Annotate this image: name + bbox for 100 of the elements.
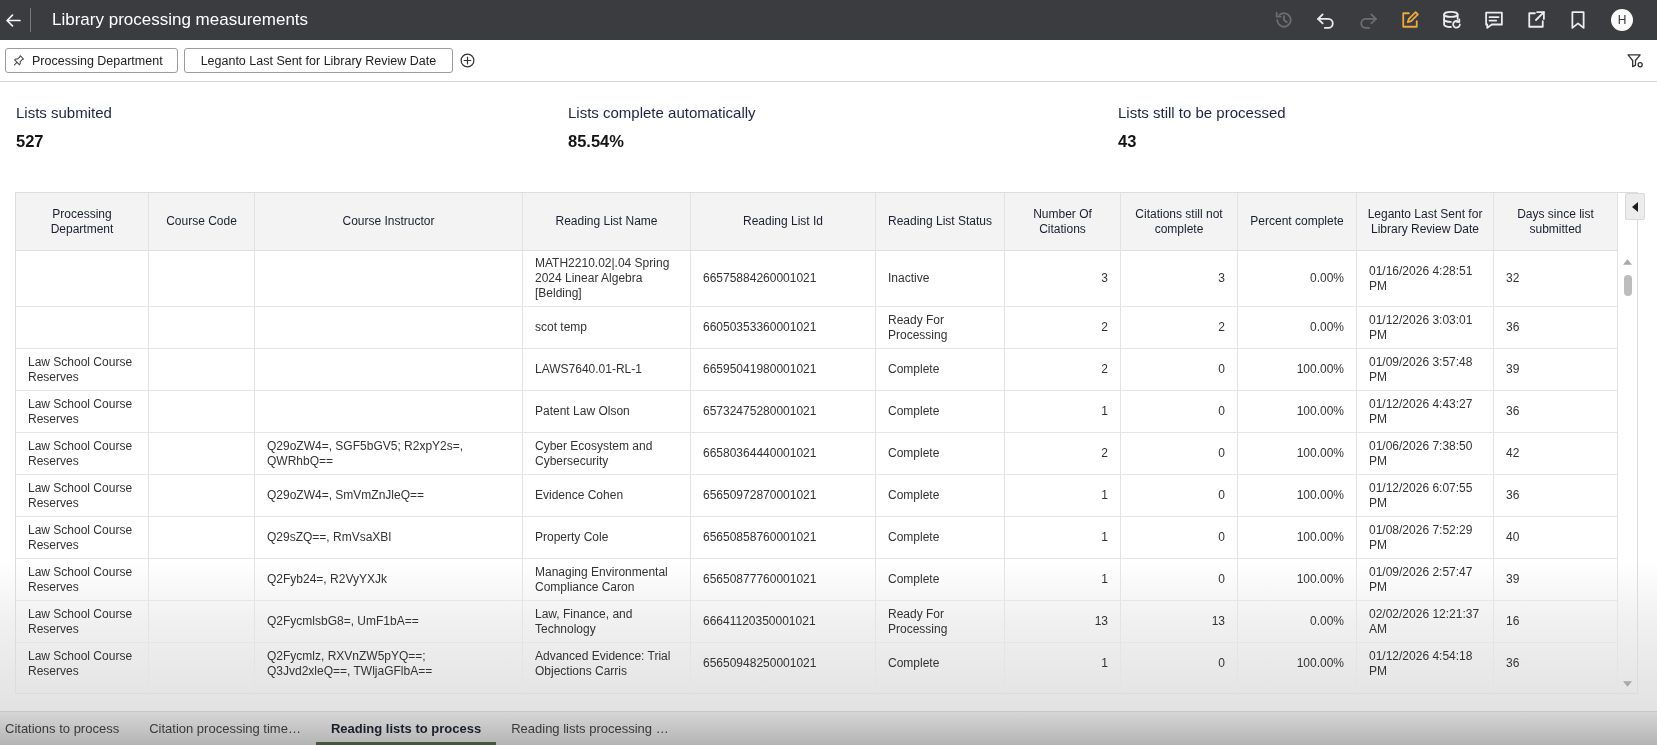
table-cell: Ready For Processing <box>876 307 1005 348</box>
table-cell: Patent Law Olson <box>523 391 691 432</box>
table-cell: Complete <box>876 475 1005 516</box>
table-cell: Law School Course Reserves <box>16 601 149 642</box>
triangle-left-icon <box>1632 201 1638 212</box>
column-header: Processing Department <box>16 193 149 250</box>
table-cell: 36 <box>1494 307 1618 348</box>
table-cell: Q2Fycmlz, RXVnZW5pYQ==; Q3Jvd2xleQ==, TWljaGFlbA== <box>255 643 523 684</box>
filter-pill[interactable]: Leganto Last Sent for Library Review Date <box>183 48 454 73</box>
collapse-button[interactable] <box>1625 193 1645 220</box>
table-cell: 65650948250001021 <box>691 643 876 684</box>
column-header: Citations still not complete <box>1121 193 1238 250</box>
table-cell: 66641120350001021 <box>691 601 876 642</box>
table-cell: 36 <box>1494 643 1618 684</box>
sheet-tab[interactable]: Reading lists to process <box>315 712 497 745</box>
table-cell: Evidence Cohen <box>523 475 691 516</box>
user-avatar[interactable]: H <box>1611 9 1633 31</box>
table-cell: 01/12/2026 4:43:27 PM <box>1357 391 1494 432</box>
table-cell: Inactive <box>876 251 1005 306</box>
table-cell: Law School Course Reserves <box>16 475 149 516</box>
table-cell: Law School Course Reserves <box>16 517 149 558</box>
kpi-value: 43 <box>1118 131 1137 152</box>
table-cell: 0 <box>1121 559 1238 600</box>
table-cell: 100.00% <box>1238 475 1357 516</box>
table-cell: 66050353360001021 <box>691 307 876 348</box>
table-cell: Property Cole <box>523 517 691 558</box>
sheet-tab[interactable]: Citations to process <box>0 712 135 745</box>
table-cell: 2 <box>1005 433 1121 474</box>
table-cell: Q29oZW4=, SmVmZnJleQ== <box>255 475 523 516</box>
table-cell: 100.00% <box>1238 433 1357 474</box>
table-cell: Complete <box>876 349 1005 390</box>
table-cell: 01/06/2026 7:38:50 PM <box>1357 433 1494 474</box>
table-cell: Law School Course Reserves <box>16 349 149 390</box>
table-cell: 66595041980001021 <box>691 349 876 390</box>
table-cell: 1 <box>1005 643 1121 684</box>
table-cell: Complete <box>876 391 1005 432</box>
undo-icon[interactable] <box>1317 11 1335 29</box>
table-cell: 36 <box>1494 475 1618 516</box>
table-cell: 100.00% <box>1238 517 1357 558</box>
table-cell: Q29sZQ==, RmVsaXBl <box>255 517 523 558</box>
table-cell: 13 <box>1005 601 1121 642</box>
export-icon[interactable] <box>1527 11 1545 29</box>
table-cell: 2 <box>1121 307 1238 348</box>
table-cell: 32 <box>1494 251 1618 306</box>
table-cell: 02/02/2026 12:21:37 AM <box>1357 601 1494 642</box>
table-cell: Law, Finance, and Technology <box>523 601 691 642</box>
table-cell: 65732475280001021 <box>691 391 876 432</box>
table-cell: 01/09/2026 3:57:48 PM <box>1357 349 1494 390</box>
kpi-value: 527 <box>16 131 44 152</box>
table-cell: 01/12/2026 4:54:18 PM <box>1357 643 1494 684</box>
table-cell: 40 <box>1494 517 1618 558</box>
table-cell: 01/08/2026 7:52:29 PM <box>1357 517 1494 558</box>
table-cell: 39 <box>1494 559 1618 600</box>
table-cell: 2 <box>1005 307 1121 348</box>
pencil-icon[interactable] <box>1401 11 1419 29</box>
table-cell: Law School Course Reserves <box>16 433 149 474</box>
table-cell: 100.00% <box>1238 349 1357 390</box>
filter-icon[interactable] <box>1627 53 1643 68</box>
table-cell: Complete <box>876 433 1005 474</box>
column-header: Reading List Id <box>691 193 876 250</box>
kpi-value: 85.54% <box>568 131 624 152</box>
column-header: Leganto Last Sent for Library Review Date <box>1357 193 1494 250</box>
table-cell: Q2Fyb24=, R2VyYXJk <box>255 559 523 600</box>
table-cell: Managing Environmental Compliance Caron <box>523 559 691 600</box>
table-cell: Complete <box>876 643 1005 684</box>
back-arrow-icon[interactable] <box>6 13 21 27</box>
table-cell: Law School Course Reserves <box>16 643 149 684</box>
table-cell: 01/12/2026 6:07:55 PM <box>1357 475 1494 516</box>
column-header: Number Of Citations <box>1005 193 1121 250</box>
sheet-tab[interactable]: Reading lists processing … <box>496 712 684 745</box>
bookmark-icon[interactable] <box>1569 11 1587 29</box>
table-cell: Ready For Processing <box>876 601 1005 642</box>
scrollbar-thumb[interactable] <box>1623 275 1632 296</box>
table-cell: scot temp <box>523 307 691 348</box>
table-cell: 0 <box>1121 391 1238 432</box>
table-cell: 0 <box>1121 517 1238 558</box>
column-header: Course Instructor <box>255 193 523 250</box>
table-cell: 39 <box>1494 349 1618 390</box>
database-icon[interactable] <box>1443 11 1461 29</box>
table-cell: 2 <box>1005 349 1121 390</box>
table-cell: 0 <box>1121 349 1238 390</box>
sheet-tab[interactable]: Citation processing time… <box>134 712 316 745</box>
column-header: Percent complete <box>1238 193 1357 250</box>
table-cell: 16 <box>1494 601 1618 642</box>
plus-circle-icon[interactable] <box>460 53 476 68</box>
page-title: Library processing measurements <box>52 10 309 30</box>
table-cell: MATH2210.02|.04 Spring 2024 Linear Algebra [Belding] <box>523 251 691 306</box>
table-cell: 66575884260001021 <box>691 251 876 306</box>
table-cell: Complete <box>876 517 1005 558</box>
table-cell: 1 <box>1005 559 1121 600</box>
table-cell: 36 <box>1494 391 1618 432</box>
table-cell: Q2FycmlsbG8=, UmF1bA== <box>255 601 523 642</box>
table-cell: 01/16/2026 4:28:51 PM <box>1357 251 1494 306</box>
table-cell: 01/09/2026 2:57:47 PM <box>1357 559 1494 600</box>
table-cell: 42 <box>1494 433 1618 474</box>
table-cell: Cyber Ecosystem and Cybersecurity <box>523 433 691 474</box>
table-cell: 100.00% <box>1238 391 1357 432</box>
table-cell: 0.00% <box>1238 601 1357 642</box>
comment-icon[interactable] <box>1485 11 1503 29</box>
filter-pill[interactable]: Processing Department <box>5 48 178 73</box>
